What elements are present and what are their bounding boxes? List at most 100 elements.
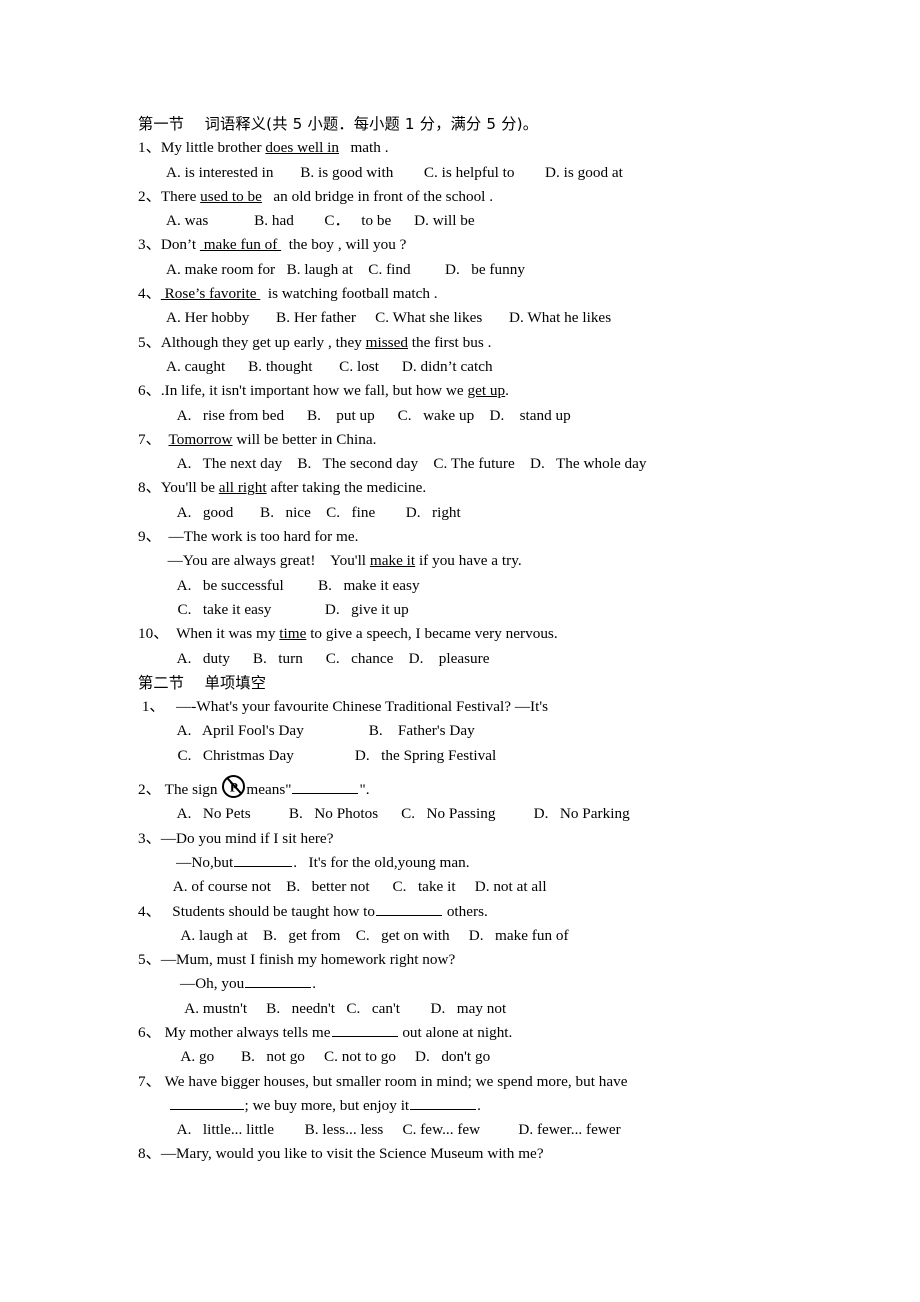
stem-text: Don’t xyxy=(160,236,200,254)
question-number: 7、 xyxy=(138,1072,161,1090)
question-stem: 2、There used to be an old bridge in fron… xyxy=(138,185,838,209)
stem-underlined: all right xyxy=(218,479,267,497)
answer-blank[interactable] xyxy=(410,1094,477,1110)
question-options: A. Her hobby B. Her father C. What she l… xyxy=(166,309,612,327)
question-options: A. of course not B. better not C. take i… xyxy=(166,878,547,896)
stem-text-tail: will be better in China. xyxy=(232,430,377,448)
stem-text-tail: . xyxy=(505,382,509,400)
answer-blank[interactable] xyxy=(169,1094,244,1110)
answer-blank[interactable] xyxy=(331,1022,398,1037)
stem-text-tail: an old bridge in front of the school . xyxy=(261,187,494,205)
question-stem: 9、 —The work is too hard for me. xyxy=(138,525,838,549)
question-stem: 5、Although they get up early , they miss… xyxy=(138,331,838,355)
section-1-heading: 第一节 词语释义(共 5 小题．每小题 1 分，满分 5 分)。 xyxy=(138,115,539,133)
question-stem: 4、 Students should be taught how to othe… xyxy=(138,900,838,924)
dialog-text-tail: . It's for the old,young man. xyxy=(293,853,470,871)
answer-blank[interactable] xyxy=(292,779,359,795)
question-stem: 10、 When it was my time to give a speech… xyxy=(138,622,838,646)
stem-text: —The work is too hard for me. xyxy=(160,528,359,546)
stem-text: —Mum, must I finish my homework right no… xyxy=(160,951,456,969)
stem-text-tail: after taking the medicine. xyxy=(266,479,427,497)
question-number: 2、 xyxy=(138,781,161,799)
question-options: A. was B. had C． to be D. will be xyxy=(166,212,475,230)
question-number: 1、 xyxy=(138,698,165,716)
question-options: A. go B. not go C. not to go D. don't go xyxy=(166,1048,491,1066)
question-dialog-line: —Oh, you. xyxy=(138,972,838,996)
answer-blank[interactable] xyxy=(376,900,442,916)
question-dialog-line: —No,but . It's for the old,young man. xyxy=(138,851,838,875)
stem-text-tail: to give a speech, I became very nervous. xyxy=(306,625,558,643)
stem-text: We have bigger houses, but smaller room … xyxy=(160,1072,628,1090)
section-2-heading: 第二节 单项填空 xyxy=(138,673,267,692)
question-options: A. is interested in B. is good with C. i… xyxy=(166,163,623,181)
stem-underlined: Rose’s favorite xyxy=(160,285,261,303)
stem-underlined: make fun of xyxy=(199,236,282,254)
stem-text-tail: the boy , will you ? xyxy=(281,236,407,254)
stem-underlined: time xyxy=(279,625,307,643)
question-options: A. make room for B. laugh at C. find D. … xyxy=(166,260,525,278)
stem-text: —You are always great! You'll xyxy=(160,552,370,570)
question-stem-continued: —You are always great! You'll make it if… xyxy=(138,549,838,573)
question-number: 3、 xyxy=(138,236,161,254)
stem-text-tail: ". xyxy=(359,781,370,799)
question-options: A. be successful B. make it easy xyxy=(166,576,420,594)
question-stem: 8、You'll be all right after taking the m… xyxy=(138,476,838,500)
question-stem: 2、 The sign Pmeans" ". xyxy=(138,775,838,802)
question-options: A. No Pets B. No Photos C. No Passing D.… xyxy=(166,805,630,823)
stem-text: —-What's your favourite Chinese Traditio… xyxy=(164,698,549,716)
question-stem: 7、 Tomorrow will be better in China. xyxy=(138,428,838,452)
question-stem: 3、Don’t make fun of the boy , will you ? xyxy=(138,233,838,257)
question-number: 10、 xyxy=(138,625,169,643)
question-stem: 6、 My mother always tells me out alone a… xyxy=(138,1021,838,1045)
question-options: A. The next day B. The second day C. The… xyxy=(166,455,647,473)
dialog-text: —No,but xyxy=(138,853,234,871)
question-options: A. duty B. turn C. chance D. pleasure xyxy=(166,649,490,667)
stem-underlined: get up xyxy=(467,382,506,400)
question-number: 8、 xyxy=(138,1145,161,1163)
question-options: A. caught B. thought C. lost D. didn’t c… xyxy=(166,357,493,375)
stem-text: —Do you mind if I sit here? xyxy=(160,829,334,847)
question-stem: 1、 —-What's your favourite Chinese Tradi… xyxy=(138,695,838,719)
answer-blank[interactable] xyxy=(234,851,293,867)
dialog-text: —Oh, you xyxy=(138,975,245,993)
question-options: A. mustn't B. needn't C. can't D. may no… xyxy=(166,999,507,1017)
stem-underlined: does well in xyxy=(265,139,340,157)
question-stem: 5、—Mum, must I finish my homework right … xyxy=(138,948,838,972)
stem-text-tail: the first bus . xyxy=(407,333,492,351)
stem-underlined: Tomorrow xyxy=(168,430,233,448)
stem-text: .In life, it isn't important how we fall… xyxy=(160,382,468,400)
question-number: 4、 xyxy=(138,902,161,920)
question-stem: 4、 Rose’s favorite is watching football … xyxy=(138,282,838,306)
question-options: C. take it easy D. give it up xyxy=(166,600,409,618)
stem-underlined: missed xyxy=(365,333,408,351)
stem-text: Students should be taught how to xyxy=(160,902,375,920)
question-number: 8、 xyxy=(138,479,161,497)
stem-text: The sign xyxy=(160,781,222,799)
stem-text: My mother always tells me xyxy=(160,1023,331,1041)
question-options: A. rise from bed B. put up C. wake up D.… xyxy=(166,406,571,424)
stem-text-tail: others. xyxy=(443,902,488,920)
question-options: C. Christmas Day D. the Spring Festival xyxy=(166,746,497,764)
question-number: 5、 xyxy=(138,333,161,351)
no-parking-sign-icon: P xyxy=(222,775,246,799)
answer-blank[interactable] xyxy=(245,973,312,989)
question-number: 6、 xyxy=(138,382,161,400)
stem-text-tail: . xyxy=(477,1096,481,1114)
question-stem: 3、—Do you mind if I sit here? xyxy=(138,827,838,851)
question-options: A. laugh at B. get from C. get on with D… xyxy=(166,926,569,944)
stem-text: When it was my xyxy=(168,625,280,643)
stem-underlined: make it xyxy=(369,552,416,570)
stem-text: —Mary, would you like to visit the Scien… xyxy=(160,1145,544,1163)
question-number: 3、 xyxy=(138,829,161,847)
stem-text: There xyxy=(160,187,201,205)
question-number: 4、 xyxy=(138,285,161,303)
stem-text: Although they get up early , they xyxy=(160,333,366,351)
question-options: A. little... little B. less... less C. f… xyxy=(166,1121,621,1139)
stem-text-mid: ; we buy more, but enjoy it xyxy=(244,1096,410,1114)
question-number: 6、 xyxy=(138,1023,161,1041)
stem-text-mid: means" xyxy=(246,781,292,799)
stem-underlined: used to be xyxy=(200,187,262,205)
stem-indent xyxy=(138,1097,169,1114)
question-number: 2、 xyxy=(138,187,161,205)
